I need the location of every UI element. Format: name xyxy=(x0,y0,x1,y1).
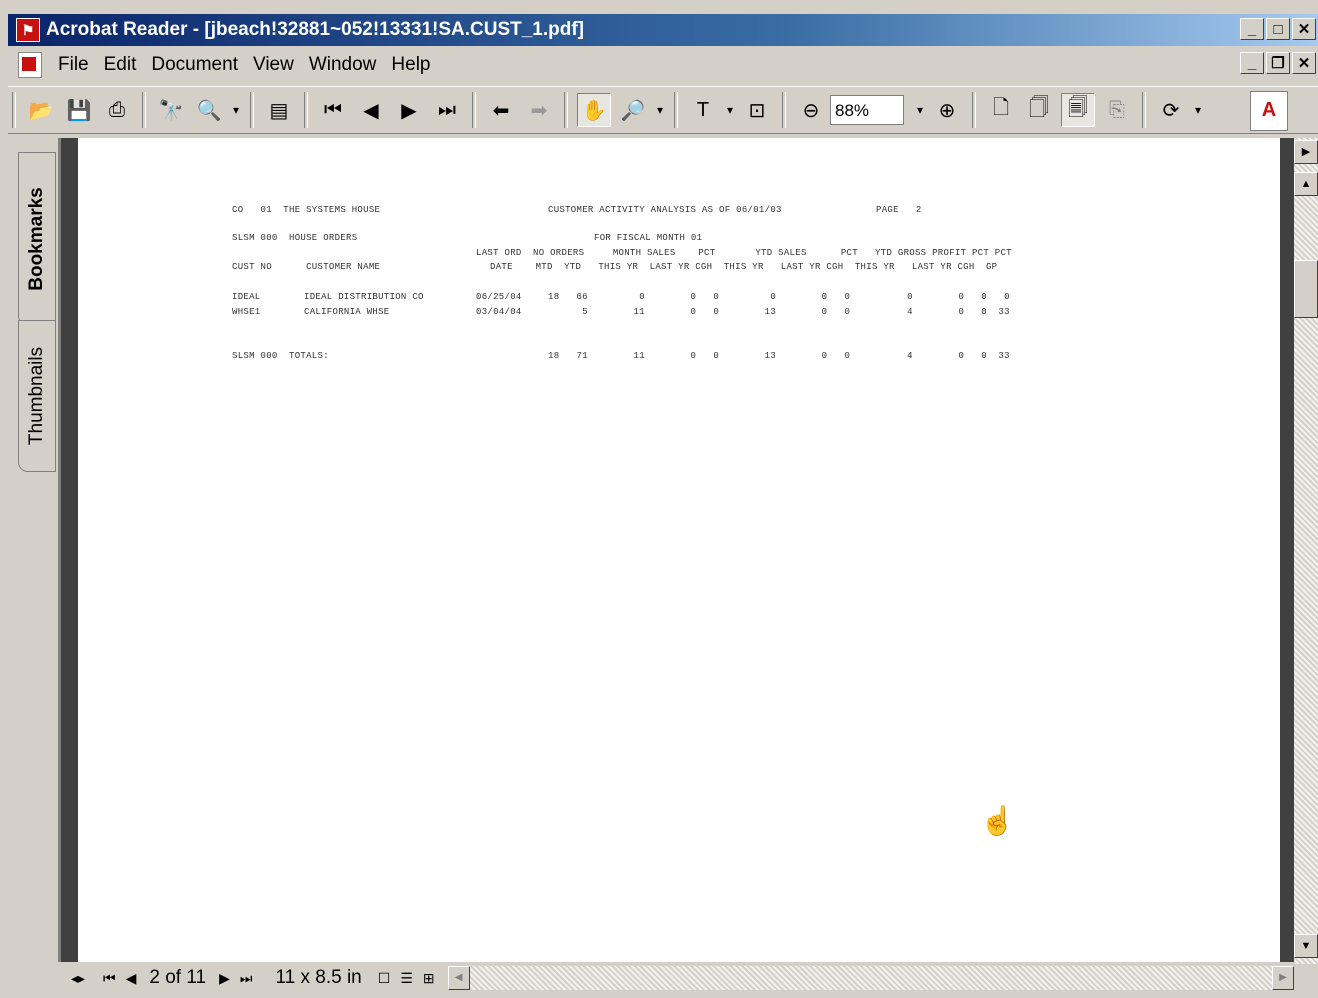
zoom-dropdown-icon[interactable]: ▾ xyxy=(912,94,928,126)
document-frame xyxy=(58,138,78,964)
fit-width-icon[interactable]: 🗐 xyxy=(1061,93,1095,127)
report-column-header-2: CUST NO CUSTOMER NAME xyxy=(232,262,381,272)
single-page-icon[interactable]: ☐ xyxy=(378,966,391,990)
scroll-thumb[interactable] xyxy=(1294,260,1318,318)
scroll-left-arrow-icon[interactable]: ◀ xyxy=(447,966,470,990)
report-row-name: CALIFORNIA WHSE xyxy=(304,307,390,317)
menu-view[interactable]: View xyxy=(247,54,303,76)
document-page[interactable]: CO 01 THE SYSTEMS HOUSE CUSTOMER ACTIVIT… xyxy=(78,138,1280,962)
continuous-page-icon[interactable]: ☰ xyxy=(400,966,413,990)
tab-bookmarks[interactable]: Bookmarks xyxy=(18,152,56,326)
report-totals-figures: 18 71 11 0 0 13 0 0 4 0 0 33 xyxy=(548,351,1010,361)
page-size: 11 x 8.5 in xyxy=(267,965,370,991)
hand-cursor-icon: ☝ xyxy=(980,805,1015,836)
scroll-down-arrow-icon[interactable]: ▼ xyxy=(1294,934,1318,958)
report-row-name: IDEAL DISTRIBUTION CO xyxy=(304,292,424,302)
report-row-date: 06/25/04 xyxy=(476,292,522,302)
hand-tool-icon[interactable]: ✋ xyxy=(577,93,611,127)
previous-page-icon[interactable]: ◀ xyxy=(355,94,387,126)
adobe-logo-icon[interactable]: A xyxy=(1250,91,1288,131)
report-row-date: 03/04/04 xyxy=(476,307,522,317)
doc-close-button[interactable]: ✕ xyxy=(1292,52,1316,74)
last-page-icon[interactable]: ⏭ xyxy=(240,966,253,990)
menu-file[interactable]: File xyxy=(52,54,98,76)
report-header-company: CO 01 THE SYSTEMS HOUSE xyxy=(232,205,381,215)
show-hide-navigation-icon[interactable]: ▤ xyxy=(263,94,295,126)
status-bar: ◂▸ ⏮ ◀ 2 of 11 ▶ ⏭ 11 x 8.5 in ☐ ☰ ⊞ ◀ ▶ xyxy=(58,962,1294,994)
print-icon[interactable]: ⎙ xyxy=(101,94,133,126)
tab-thumbnails-label: Thumbnails xyxy=(26,346,47,446)
document-edge xyxy=(1280,138,1294,964)
first-page-icon[interactable]: ⏮ xyxy=(317,94,349,126)
report-row-cust: IDEAL xyxy=(232,292,261,302)
snapshot-tool-icon[interactable]: ⊡ xyxy=(741,94,773,126)
save-icon[interactable]: 💾 xyxy=(63,94,95,126)
report-totals-label: SLSM 000 TOTALS: xyxy=(232,351,329,361)
horizontal-scrollbar[interactable]: ◀ ▶ xyxy=(447,966,1294,990)
close-button[interactable]: ✕ xyxy=(1292,18,1316,40)
rotate-view-icon[interactable]: ⟳ xyxy=(1155,94,1187,126)
zoom-field[interactable]: 88% xyxy=(830,95,904,125)
go-back-icon[interactable]: ⬅ xyxy=(485,94,517,126)
minimize-button[interactable]: _ xyxy=(1240,18,1264,40)
last-page-icon[interactable]: ⏭ xyxy=(431,94,463,126)
search-icon[interactable]: 🔍 xyxy=(193,94,225,126)
fit-page-icon[interactable]: 🗍 xyxy=(1023,94,1055,126)
actual-size-icon[interactable]: 🗋 xyxy=(985,94,1017,126)
menu-document[interactable]: Document xyxy=(145,54,247,76)
window-title: Acrobat Reader - [jbeach!32881~052!13331… xyxy=(46,19,585,40)
fit-visible-icon[interactable]: ⎘ xyxy=(1101,94,1133,126)
report-row-figures: 5 11 0 0 13 0 0 4 0 0 33 xyxy=(548,307,1010,317)
vertical-scrollbar[interactable]: ▶ ▲ ▼ xyxy=(1294,138,1318,964)
continuous-facing-icon[interactable]: ⊞ xyxy=(423,966,435,990)
text-select-tool-icon[interactable]: T xyxy=(687,94,719,126)
acrobat-app-icon[interactable]: ⚑ xyxy=(16,18,40,42)
first-page-icon[interactable]: ⏮ xyxy=(103,966,116,990)
doc-restore-button[interactable]: ❐ xyxy=(1266,52,1290,74)
report-header-page: PAGE 2 xyxy=(876,205,922,215)
maximize-button[interactable]: □ xyxy=(1266,18,1290,40)
scroll-right-arrow-icon[interactable]: ▶ xyxy=(1272,966,1294,990)
page-indicator[interactable]: 2 of 11 xyxy=(141,965,215,991)
pane-expand-arrow-icon[interactable]: ▶ xyxy=(1294,140,1318,164)
menu-window[interactable]: Window xyxy=(303,54,386,76)
scroll-up-arrow-icon[interactable]: ▲ xyxy=(1294,172,1318,196)
expand-navigation-icon[interactable]: ◂▸ xyxy=(63,966,93,990)
report-column-header-1: LAST ORD NO ORDERS MONTH SALES PCT YTD S… xyxy=(476,248,1012,258)
go-forward-icon[interactable]: ➡ xyxy=(523,94,555,126)
report-salesman-line: SLSM 000 HOUSE ORDERS xyxy=(232,233,358,243)
text-select-dropdown-icon[interactable]: ▾ xyxy=(722,94,738,126)
menu-edit[interactable]: Edit xyxy=(98,54,146,76)
zoom-in-icon[interactable]: ⊕ xyxy=(931,94,963,126)
navigation-pane: Bookmarks Thumbnails xyxy=(8,138,58,958)
toolbar: 📂 💾 ⎙ 🔭 🔍 ▾ ▤ ⏮ ◀ ▶ ⏭ ⬅ ➡ ✋ 🔎 ▾ T ▾ ⊡ ⊖ … xyxy=(8,86,1318,134)
menu-help[interactable]: Help xyxy=(385,54,439,76)
report-row-figures: 18 66 0 0 0 0 0 0 0 0 0 0 xyxy=(548,292,1010,302)
title-bar: ⚑ Acrobat Reader - [jbeach!32881~052!133… xyxy=(8,14,1318,46)
zoom-tool-dropdown-icon[interactable]: ▾ xyxy=(652,94,668,126)
menu-bar: File Edit Document View Window Help _ ❐ … xyxy=(8,48,1318,82)
search-dropdown-icon[interactable]: ▾ xyxy=(228,94,244,126)
next-page-icon[interactable]: ▶ xyxy=(393,94,425,126)
find-icon[interactable]: 🔭 xyxy=(155,94,187,126)
next-page-icon[interactable]: ▶ xyxy=(219,966,230,990)
report-column-header-3: DATE MTD YTD THIS YR LAST YR CGH THIS YR… xyxy=(490,262,998,272)
tab-thumbnails[interactable]: Thumbnails xyxy=(18,320,56,472)
doc-minimize-button[interactable]: _ xyxy=(1240,52,1264,74)
tab-bookmarks-label: Bookmarks xyxy=(26,187,47,291)
report-fiscal-month: FOR FISCAL MONTH 01 xyxy=(594,233,703,243)
report-row-cust: WHSE1 xyxy=(232,307,261,317)
previous-page-icon[interactable]: ◀ xyxy=(126,966,137,990)
zoom-in-tool-icon[interactable]: 🔎 xyxy=(617,94,649,126)
report-header-title: CUSTOMER ACTIVITY ANALYSIS AS OF 06/01/0… xyxy=(548,205,782,215)
rotate-dropdown-icon[interactable]: ▾ xyxy=(1190,94,1206,126)
open-icon[interactable]: 📂 xyxy=(25,94,57,126)
zoom-out-icon[interactable]: ⊖ xyxy=(795,94,827,126)
document-icon[interactable] xyxy=(18,52,42,78)
